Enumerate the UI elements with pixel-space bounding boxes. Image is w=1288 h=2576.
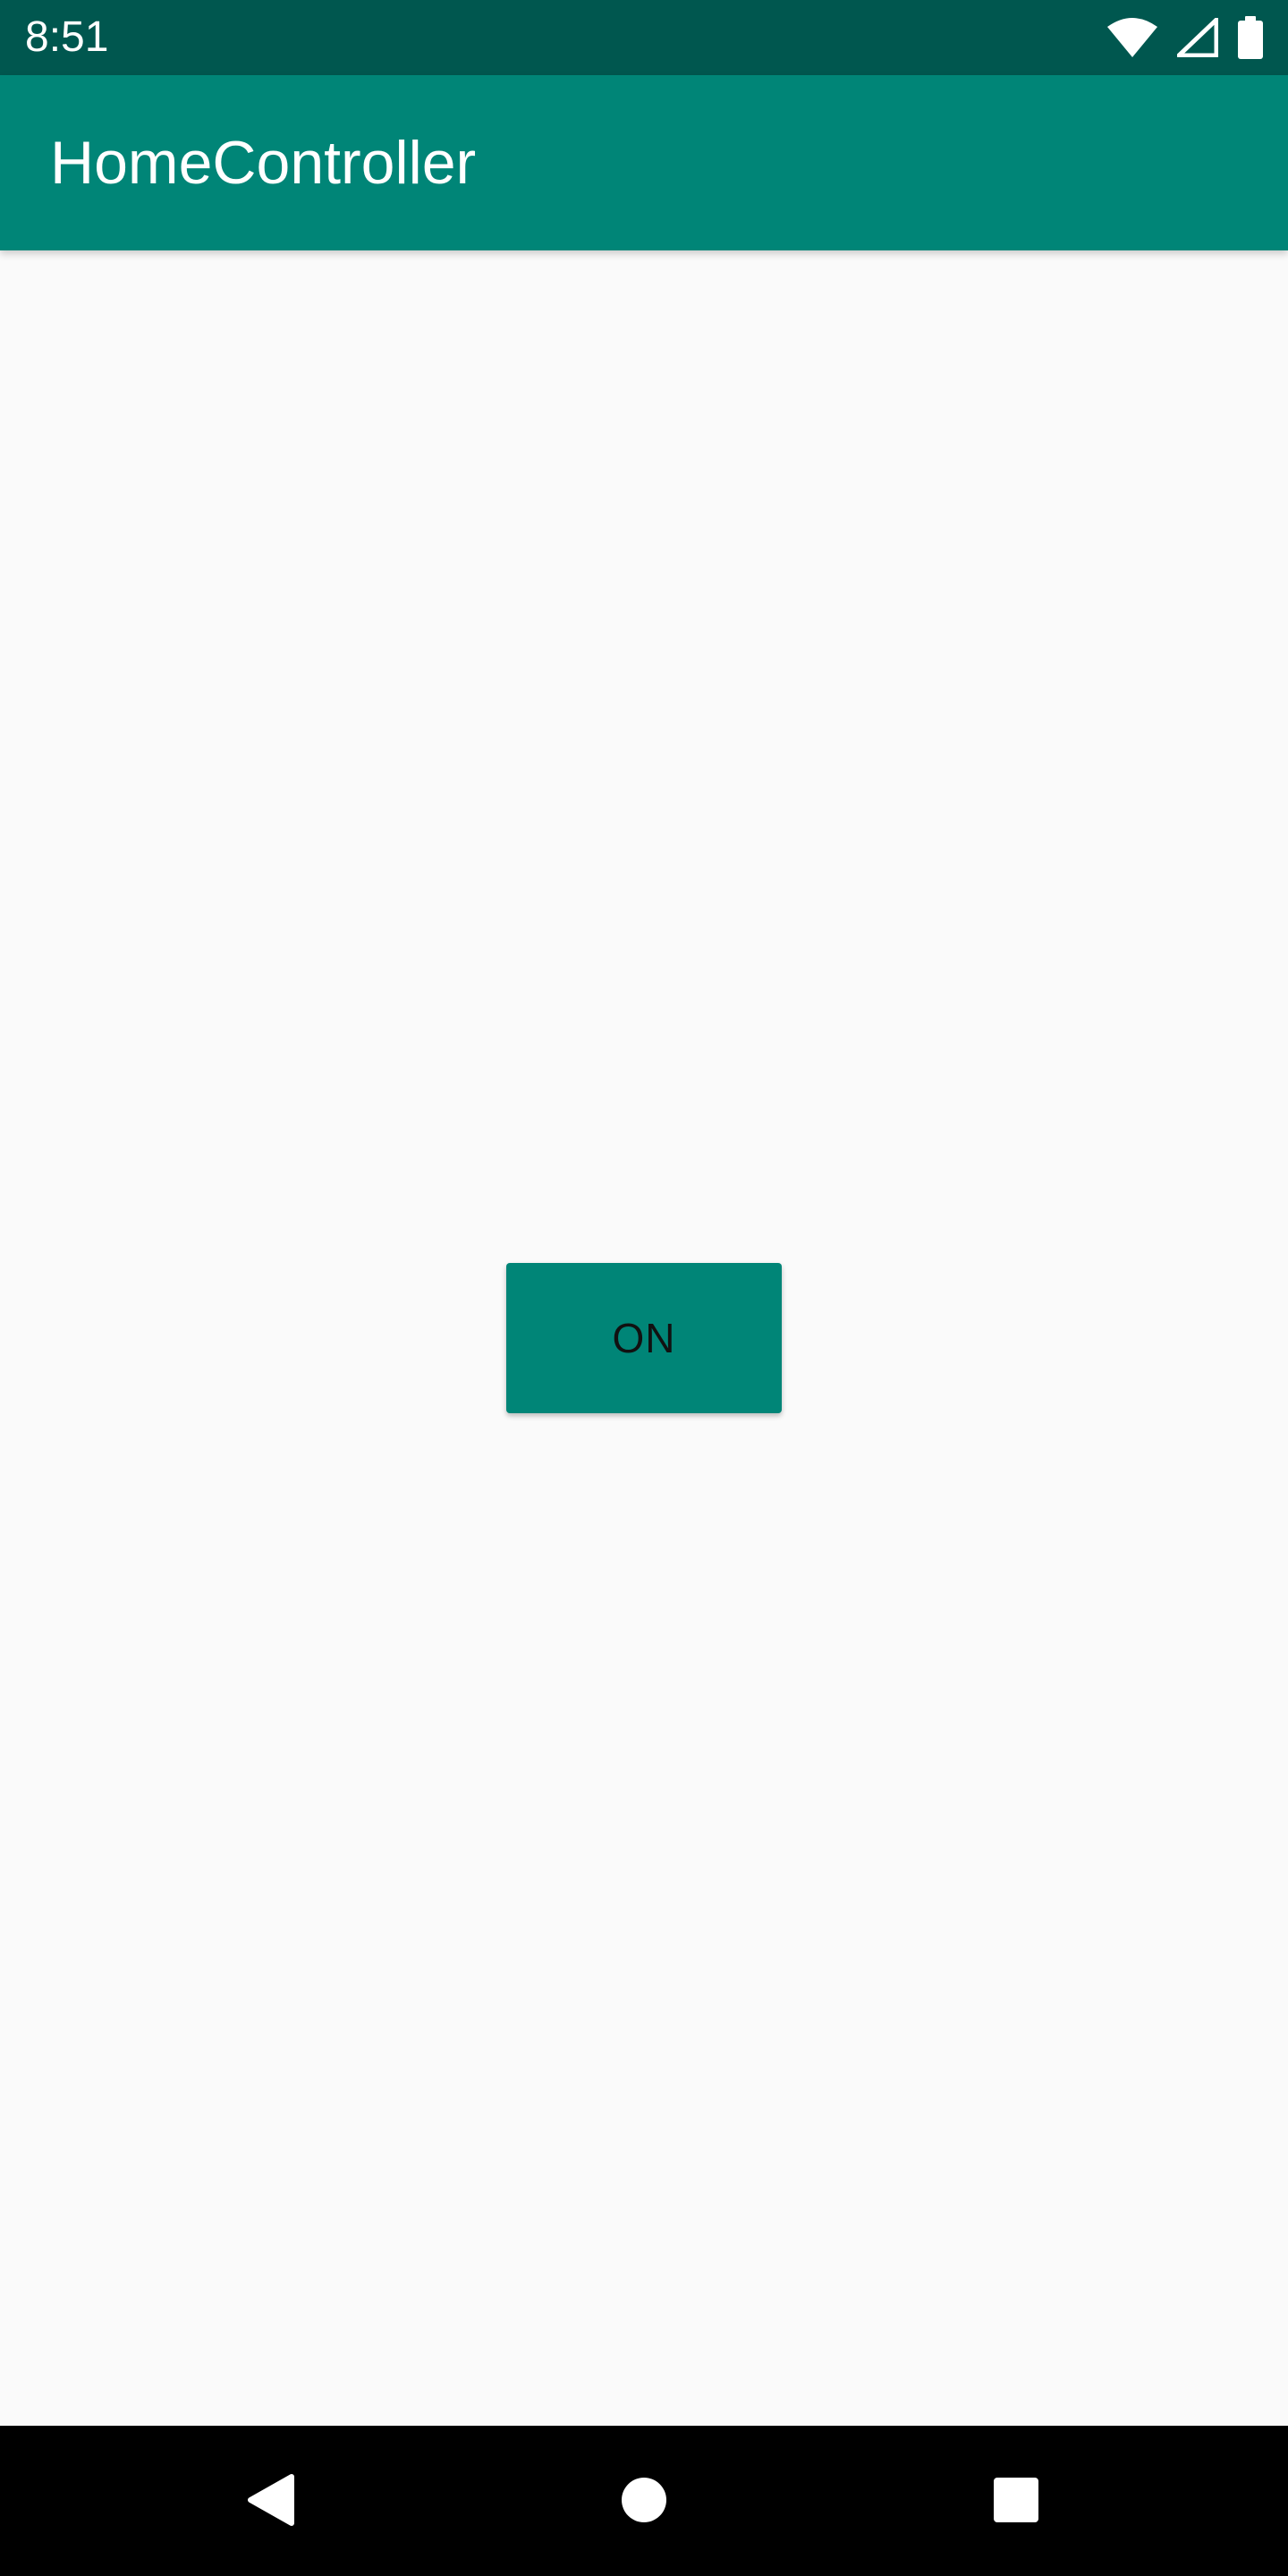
status-bar: 8:51 [0,0,1288,75]
recents-button[interactable] [945,2426,1088,2576]
cellular-signal-icon [1177,18,1218,57]
navigation-bar [0,2426,1288,2576]
status-time: 8:51 [25,13,109,61]
on-toggle-button[interactable]: ON [506,1263,782,1413]
home-icon [620,2476,668,2527]
app-title: HomeController [50,129,477,197]
back-icon [245,2473,295,2529]
status-icons [1107,0,1263,75]
wifi-icon [1107,18,1157,57]
back-button[interactable] [199,2426,342,2576]
battery-icon [1238,16,1263,59]
recents-icon [992,2476,1040,2527]
app-bar: HomeController [0,75,1288,250]
home-button[interactable] [572,2426,716,2576]
